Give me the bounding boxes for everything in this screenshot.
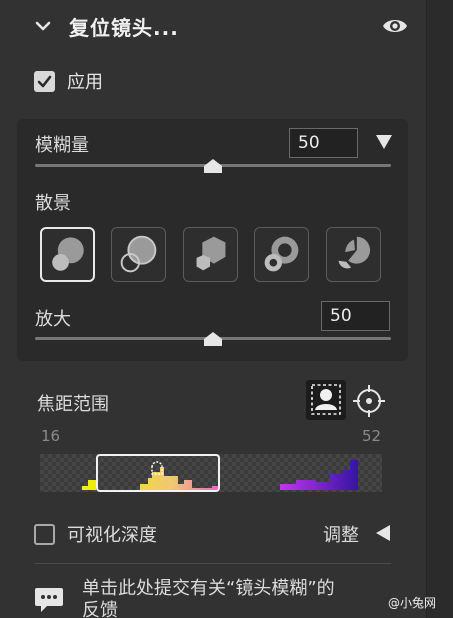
visualize-depth-label: 可视化深度: [67, 525, 157, 546]
bokeh-segmented-icon: [338, 236, 371, 269]
bokeh-circle-button[interactable]: [40, 227, 95, 282]
bokeh-donut-icon: [264, 236, 299, 272]
focus-subject-button[interactable]: [306, 380, 346, 420]
focus-range-max-tick: 52: [362, 427, 382, 445]
blur-amount-slider-thumb[interactable]: [204, 159, 222, 173]
triangle-left-icon[interactable]: [376, 525, 390, 541]
blur-settings-section: 模糊量 50 散景 放大 50: [17, 119, 408, 361]
bokeh-segmented-button[interactable]: [326, 227, 381, 282]
visualize-depth-checkbox[interactable]: [34, 523, 55, 545]
magnify-label: 放大: [35, 309, 71, 330]
watermark: @小兔网: [388, 596, 437, 610]
chat-bubble-icon[interactable]: [34, 585, 64, 615]
apply-checkbox[interactable]: [34, 70, 55, 92]
apply-row[interactable]: 应用: [34, 68, 103, 94]
lens-blur-panel: 复位镜头... 应用 模糊量 50 散景 放大 50 焦距范围 16 52 可视…: [0, 0, 453, 618]
visualize-depth-row[interactable]: 可视化深度: [34, 521, 157, 547]
checkmark-icon: [37, 75, 52, 87]
magnify-slider-thumb[interactable]: [204, 332, 222, 346]
bokeh-circle-icon: [52, 237, 84, 271]
blur-amount-label: 模糊量: [35, 135, 89, 156]
magnify-input[interactable]: 50: [321, 301, 390, 331]
bokeh-ring-button[interactable]: [111, 227, 166, 282]
depth-histogram[interactable]: [40, 454, 382, 492]
feedback-link[interactable]: 单击此处提交有关“镜头模糊”的反馈: [82, 578, 352, 618]
focus-range-min-tick: 16: [41, 427, 61, 445]
chevron-down-icon[interactable]: [34, 17, 52, 35]
apply-label: 应用: [67, 72, 103, 93]
panel-title: 复位镜头...: [69, 16, 179, 40]
eye-icon[interactable]: [382, 15, 408, 37]
blur-amount-input[interactable]: 50: [289, 128, 358, 158]
bokeh-hexagon-icon: [196, 236, 226, 271]
panel-header[interactable]: 复位镜头...: [0, 0, 426, 52]
person-focus-icon: [311, 384, 341, 415]
bokeh-ring-icon: [120, 235, 157, 273]
focus-range-label: 焦距范围: [37, 394, 109, 415]
crosshair-target-icon[interactable]: [352, 384, 386, 418]
section-divider: [34, 563, 391, 564]
bokeh-donut-button[interactable]: [254, 227, 309, 282]
triangle-down-icon[interactable]: [376, 135, 392, 149]
adjust-button[interactable]: 调整: [323, 521, 359, 547]
bokeh-label: 散景: [35, 193, 71, 214]
bokeh-hexagon-button[interactable]: [183, 227, 238, 282]
scrollbar-track[interactable]: [426, 0, 453, 618]
